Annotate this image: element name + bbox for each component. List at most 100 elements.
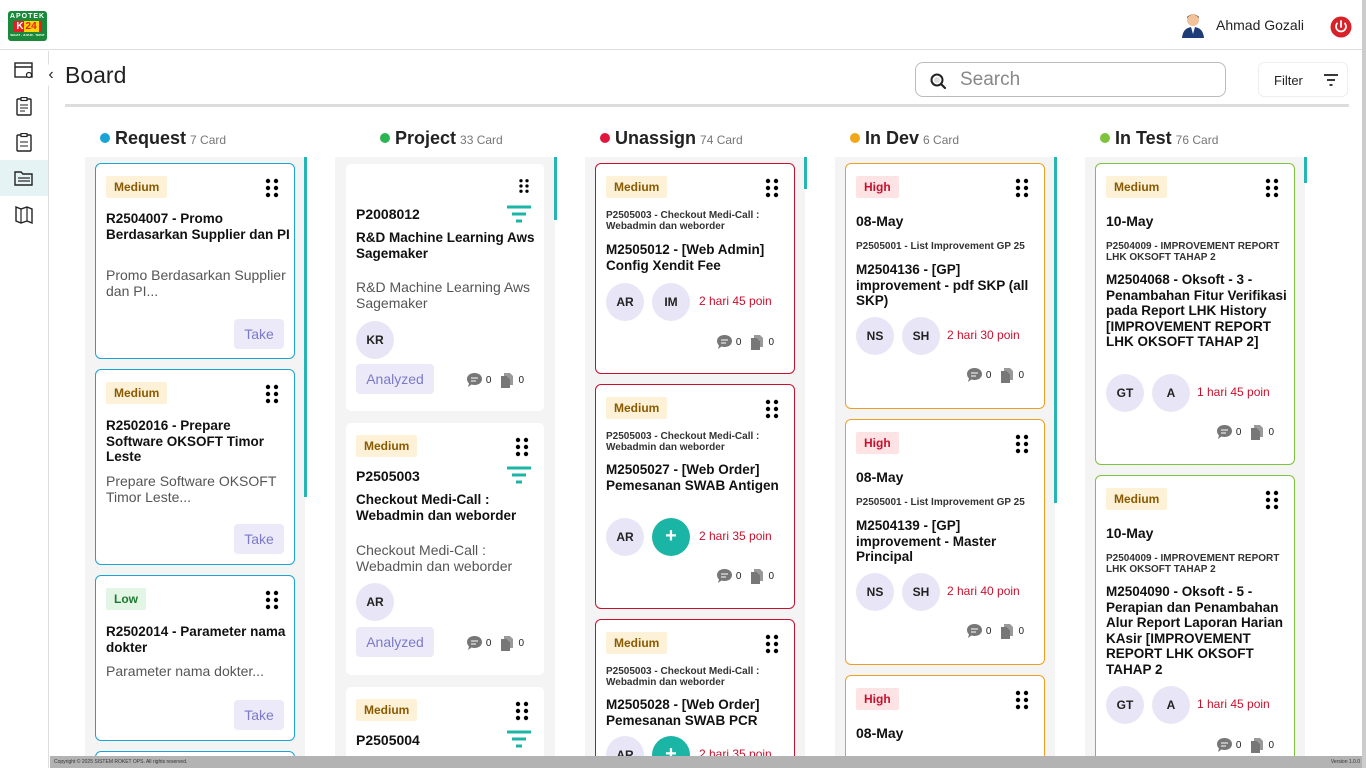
drag-handle-icon[interactable]: [264, 590, 280, 610]
add-assignee-button[interactable]: +: [652, 518, 690, 556]
scrollbar[interactable]: [1054, 157, 1057, 503]
column-header-request: Request 7 Card: [100, 128, 226, 152]
unassign-card[interactable]: Medium P2505003 - Checkout Medi-Call : W…: [595, 384, 795, 609]
window-scrollbar[interactable]: [1362, 0, 1366, 768]
assignee-avatar[interactable]: SH: [902, 317, 940, 355]
drag-handle-icon[interactable]: [518, 178, 530, 194]
drag-handle-icon[interactable]: [1264, 490, 1280, 510]
assignee-avatar[interactable]: GT: [1106, 686, 1144, 724]
scrollbar[interactable]: [304, 157, 307, 497]
user-name[interactable]: Ahmad Gozali: [1216, 17, 1304, 33]
sidebar-item-map[interactable]: [0, 197, 48, 233]
assignee-avatar[interactable]: NS: [856, 317, 894, 355]
priority-badge: Medium: [106, 176, 168, 198]
logout-power-icon[interactable]: [1330, 16, 1352, 38]
window-settings-icon: [14, 62, 33, 79]
column-header-in-test: In Test 76 Card: [1100, 128, 1218, 152]
filter-button[interactable]: Filter: [1258, 62, 1348, 97]
assignee-avatar[interactable]: AR: [606, 283, 644, 321]
project-card[interactable]: P2008012 R&D Machine Learning Aws Sagema…: [345, 163, 545, 412]
map-book-icon: [15, 205, 33, 225]
column-header-in-dev: In Dev 6 Card: [850, 128, 959, 152]
drag-handle-icon[interactable]: [1014, 178, 1030, 198]
comment-icon: [716, 335, 732, 349]
analyzed-button[interactable]: Analyzed: [356, 627, 434, 657]
in-dev-card[interactable]: High 08-May P2505001 - List Improvement …: [845, 419, 1045, 665]
unassign-card[interactable]: Medium P2505003 - Checkout Medi-Call : W…: [595, 163, 795, 374]
take-button[interactable]: Take: [234, 524, 284, 554]
column-in-test[interactable]: Medium 10-May P2504009 - IMPROVEMENT REP…: [1085, 157, 1305, 768]
status-dot: [1100, 133, 1110, 143]
card-stats: 0 0: [716, 567, 774, 585]
assignee-avatar[interactable]: SH: [902, 573, 940, 611]
column-in-dev[interactable]: High 08-May P2505001 - List Improvement …: [835, 157, 1055, 768]
drag-handle-icon[interactable]: [1264, 178, 1280, 198]
drag-handle-icon[interactable]: [1014, 434, 1030, 454]
sidebar-item-board[interactable]: [0, 160, 48, 196]
priority-badge: Medium: [106, 382, 168, 404]
priority-badge: High: [856, 688, 899, 710]
scrollbar[interactable]: [554, 157, 557, 220]
drag-handle-icon[interactable]: [764, 634, 780, 654]
apotek-k24-logo[interactable]: APOTEK K 24 SEHAT · JUJUR · TEPAT: [8, 11, 47, 41]
card-title: R&D Machine Learning Aws Sagemaker: [356, 230, 535, 261]
unassign-card[interactable]: Medium P2505003 - Checkout Medi-Call : W…: [595, 619, 795, 768]
drag-handle-icon[interactable]: [514, 701, 530, 721]
card-title: R2502016 - Prepare Software OKSOFT Timor…: [106, 418, 265, 464]
card-stats: 0 0: [466, 634, 524, 652]
parent-project: P2505003 - Checkout Medi-Call : Webadmin…: [606, 666, 760, 688]
due-date: 08-May: [856, 213, 904, 229]
drag-handle-icon[interactable]: [1014, 690, 1030, 710]
scrollbar[interactable]: [804, 157, 807, 189]
drag-handle-icon[interactable]: [514, 437, 530, 457]
search-box[interactable]: [915, 62, 1226, 97]
sidebar-item-reports[interactable]: [0, 88, 48, 124]
analyzed-button[interactable]: Analyzed: [356, 364, 434, 394]
card-stats: 0 0: [466, 371, 524, 389]
request-card[interactable]: Low R2502014 - Parameter nama dokter Par…: [95, 575, 295, 741]
drag-handle-icon[interactable]: [764, 178, 780, 198]
priority-badge: High: [856, 432, 899, 454]
collapse-sidebar-chevron-icon[interactable]: ‹: [41, 64, 61, 86]
assignee-avatar[interactable]: A: [1152, 686, 1190, 724]
priority-badge: Medium: [356, 699, 418, 721]
parent-project: P2505003 - Checkout Medi-Call : Webadmin…: [606, 210, 760, 232]
column-project[interactable]: P2008012 R&D Machine Learning Aws Sagema…: [335, 157, 555, 768]
request-card[interactable]: Medium R2502016 - Prepare Software OKSOF…: [95, 369, 295, 565]
assignee-avatar[interactable]: AR: [356, 583, 394, 621]
parent-project: P2505003 - Checkout Medi-Call : Webadmin…: [606, 431, 760, 453]
in-dev-card[interactable]: High 08-May: [845, 675, 1045, 768]
assignee-avatar[interactable]: KR: [356, 321, 394, 359]
status-dot: [380, 133, 390, 143]
priority-badge: Low: [106, 588, 146, 610]
in-test-card[interactable]: Medium 10-May P2504009 - IMPROVEMENT REP…: [1095, 475, 1295, 768]
parent-project: P2504009 - IMPROVEMENT REPORT LHK OKSOFT…: [1106, 241, 1280, 263]
take-button[interactable]: Take: [234, 319, 284, 349]
drag-handle-icon[interactable]: [264, 384, 280, 404]
assignee-avatar[interactable]: IM: [652, 283, 690, 321]
card-description: Prepare Software OKSOFT Timor Leste...: [106, 473, 277, 505]
search-input[interactable]: [960, 67, 1210, 93]
in-test-card[interactable]: Medium 10-May P2504009 - IMPROVEMENT REP…: [1095, 163, 1295, 465]
scrollbar[interactable]: [1304, 157, 1307, 183]
assignee-avatar[interactable]: A: [1152, 374, 1190, 412]
drag-handle-icon[interactable]: [264, 178, 280, 198]
take-button[interactable]: Take: [234, 700, 284, 730]
user-avatar-icon[interactable]: [1181, 12, 1205, 38]
assignee-avatar[interactable]: AR: [606, 518, 644, 556]
assignee-avatar[interactable]: GT: [1106, 374, 1144, 412]
card-stats: 0 0: [966, 622, 1024, 640]
project-card[interactable]: Medium P2505003 Checkout Medi-Call : Web…: [345, 422, 545, 676]
comment-icon: [1216, 425, 1232, 439]
clipboard-icon: [16, 96, 32, 116]
comment-icon: [966, 624, 982, 638]
column-request[interactable]: Medium R2504007 - Promo Berdasarkan Supp…: [85, 157, 305, 768]
priority-badge: Medium: [1106, 176, 1168, 198]
filter-icon: [1324, 74, 1338, 86]
column-unassign[interactable]: Medium P2505003 - Checkout Medi-Call : W…: [585, 157, 805, 768]
drag-handle-icon[interactable]: [764, 399, 780, 419]
sidebar-item-tasks[interactable]: [0, 124, 48, 160]
in-dev-card[interactable]: High 08-May P2505001 - List Improvement …: [845, 163, 1045, 409]
assignee-avatar[interactable]: NS: [856, 573, 894, 611]
request-card[interactable]: Medium R2504007 - Promo Berdasarkan Supp…: [95, 163, 295, 359]
